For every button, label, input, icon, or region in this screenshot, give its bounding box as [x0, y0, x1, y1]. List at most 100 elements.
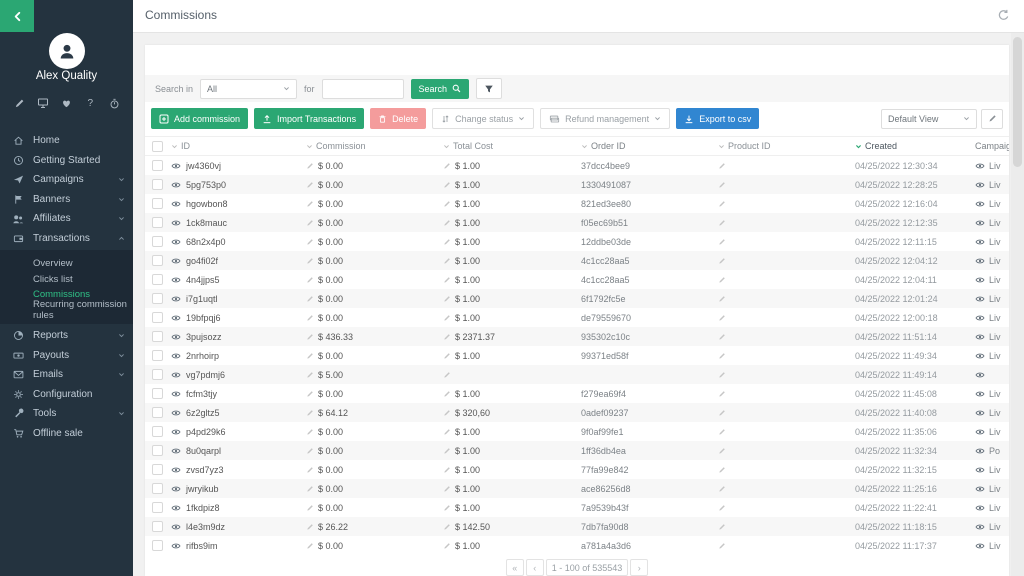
table-row[interactable]: zvsd7yz3 $ 0.00 $ 1.00 77fa99e842 04/25/… [145, 460, 1009, 479]
pencil-icon[interactable] [306, 504, 314, 512]
row-checkbox[interactable] [152, 407, 163, 418]
column-header-order-id[interactable]: Order ID [576, 141, 713, 151]
row-checkbox[interactable] [152, 521, 163, 532]
row-checkbox[interactable] [152, 255, 163, 266]
refund-management-button[interactable]: Refund management [540, 108, 670, 129]
row-checkbox[interactable] [152, 502, 163, 513]
eye-icon[interactable] [975, 523, 985, 531]
pencil-icon[interactable] [718, 162, 851, 170]
add-commission-button[interactable]: Add commission [151, 108, 248, 129]
table-row[interactable]: 1ck8mauc $ 0.00 $ 1.00 f05ec69b51 04/25/… [145, 213, 1009, 232]
row-checkbox[interactable] [152, 540, 163, 551]
pencil-icon[interactable] [306, 181, 314, 189]
eye-icon[interactable] [975, 428, 985, 436]
sidebar-item-payouts[interactable]: Payouts [0, 346, 133, 366]
row-checkbox[interactable] [152, 293, 163, 304]
pencil-icon[interactable] [306, 333, 314, 341]
table-row[interactable]: i7g1uqtl $ 0.00 $ 1.00 6f1792fc5e 04/25/… [145, 289, 1009, 308]
filter-button[interactable] [476, 78, 502, 99]
pencil-icon[interactable] [718, 333, 851, 341]
pencil-icon[interactable] [306, 314, 314, 322]
eye-icon[interactable] [975, 390, 985, 398]
pencil-icon[interactable] [306, 219, 314, 227]
pencil-icon[interactable] [306, 523, 314, 531]
table-row[interactable]: jw4360vj $ 0.00 $ 1.00 37dcc4bee9 04/25/… [145, 156, 1009, 175]
pencil-icon[interactable] [718, 181, 851, 189]
eye-icon[interactable] [171, 542, 181, 550]
row-checkbox[interactable] [152, 217, 163, 228]
row-checkbox[interactable] [152, 179, 163, 190]
avatar[interactable] [49, 33, 85, 69]
export-to-csv-button[interactable]: Export to csv [676, 108, 759, 129]
row-checkbox[interactable] [152, 331, 163, 342]
eye-icon[interactable] [171, 333, 181, 341]
pencil-icon[interactable] [718, 542, 851, 550]
eye-icon[interactable] [975, 314, 985, 322]
pencil-icon[interactable] [718, 390, 851, 398]
pencil-icon[interactable] [443, 485, 451, 493]
table-row[interactable]: 3pujsozz $ 436.33 $ 2371.37 935302c10c 0… [145, 327, 1009, 346]
search-scope-select[interactable]: All [200, 79, 297, 99]
row-checkbox[interactable] [152, 274, 163, 285]
pencil-icon[interactable] [718, 485, 851, 493]
table-row[interactable]: jwryikub $ 0.00 $ 1.00 ace86256d8 04/25/… [145, 479, 1009, 498]
table-row[interactable]: hgowbon8 $ 0.00 $ 1.00 821ed3ee80 04/25/… [145, 194, 1009, 213]
pencil-icon[interactable] [718, 219, 851, 227]
pencil-icon[interactable] [718, 238, 851, 246]
scrollbar-thumb[interactable] [1013, 37, 1022, 167]
eye-icon[interactable] [975, 466, 985, 474]
column-header-total-cost[interactable]: Total Cost [438, 141, 576, 151]
sidebar-item-recurring-commission-rules[interactable]: Recurring commission rules [0, 303, 133, 319]
table-row[interactable]: fcfm3tjy $ 0.00 $ 1.00 f279ea69f4 04/25/… [145, 384, 1009, 403]
pencil-icon[interactable] [443, 542, 451, 550]
eye-icon[interactable] [975, 371, 985, 379]
next-page-button[interactable]: › [630, 559, 648, 576]
edit-profile-icon[interactable] [12, 96, 26, 110]
first-page-button[interactable]: « [506, 559, 524, 576]
eye-icon[interactable] [171, 523, 181, 531]
pencil-icon[interactable] [443, 219, 451, 227]
eye-icon[interactable] [171, 466, 181, 474]
pencil-icon[interactable] [306, 447, 314, 455]
pencil-icon[interactable] [443, 447, 451, 455]
table-row[interactable]: 2nrhoirp $ 0.00 $ 1.00 99371ed58f 04/25/… [145, 346, 1009, 365]
change-status-button[interactable]: Change status [432, 108, 534, 129]
pencil-icon[interactable] [443, 352, 451, 360]
eye-icon[interactable] [171, 276, 181, 284]
pencil-icon[interactable] [306, 238, 314, 246]
eye-icon[interactable] [171, 200, 181, 208]
table-row[interactable]: 5pg753p0 $ 0.00 $ 1.00 1330491087 04/25/… [145, 175, 1009, 194]
search-button[interactable]: Search [411, 79, 470, 99]
row-checkbox[interactable] [152, 312, 163, 323]
pencil-icon[interactable] [443, 409, 451, 417]
sidebar-item-transactions[interactable]: Transactions [0, 229, 133, 249]
pencil-icon[interactable] [718, 295, 851, 303]
eye-icon[interactable] [171, 485, 181, 493]
sidebar-item-overview[interactable]: Overview [0, 256, 133, 272]
column-header-product-id[interactable]: Product ID [713, 141, 851, 151]
table-row[interactable]: rifbs9im $ 0.00 $ 1.00 a781a4a3d6 04/25/… [145, 536, 1009, 555]
pencil-icon[interactable] [718, 371, 851, 379]
select-all-checkbox[interactable] [152, 141, 163, 152]
eye-icon[interactable] [975, 409, 985, 417]
pencil-icon[interactable] [306, 276, 314, 284]
pencil-icon[interactable] [718, 428, 851, 436]
pencil-icon[interactable] [306, 409, 314, 417]
pencil-icon[interactable] [718, 257, 851, 265]
sidebar-item-banners[interactable]: Banners [0, 190, 133, 210]
eye-icon[interactable] [171, 447, 181, 455]
row-checkbox[interactable] [152, 388, 163, 399]
pencil-icon[interactable] [443, 333, 451, 341]
pencil-icon[interactable] [443, 181, 451, 189]
pencil-icon[interactable] [443, 200, 451, 208]
eye-icon[interactable] [171, 238, 181, 246]
pencil-icon[interactable] [443, 466, 451, 474]
pencil-icon[interactable] [443, 295, 451, 303]
eye-icon[interactable] [975, 295, 985, 303]
sidebar-item-tools[interactable]: Tools [0, 404, 133, 424]
pencil-icon[interactable] [306, 371, 314, 379]
sidebar-item-offline-sale[interactable]: Offline sale [0, 424, 133, 444]
eye-icon[interactable] [171, 352, 181, 360]
eye-icon[interactable] [171, 390, 181, 398]
eye-icon[interactable] [975, 257, 985, 265]
